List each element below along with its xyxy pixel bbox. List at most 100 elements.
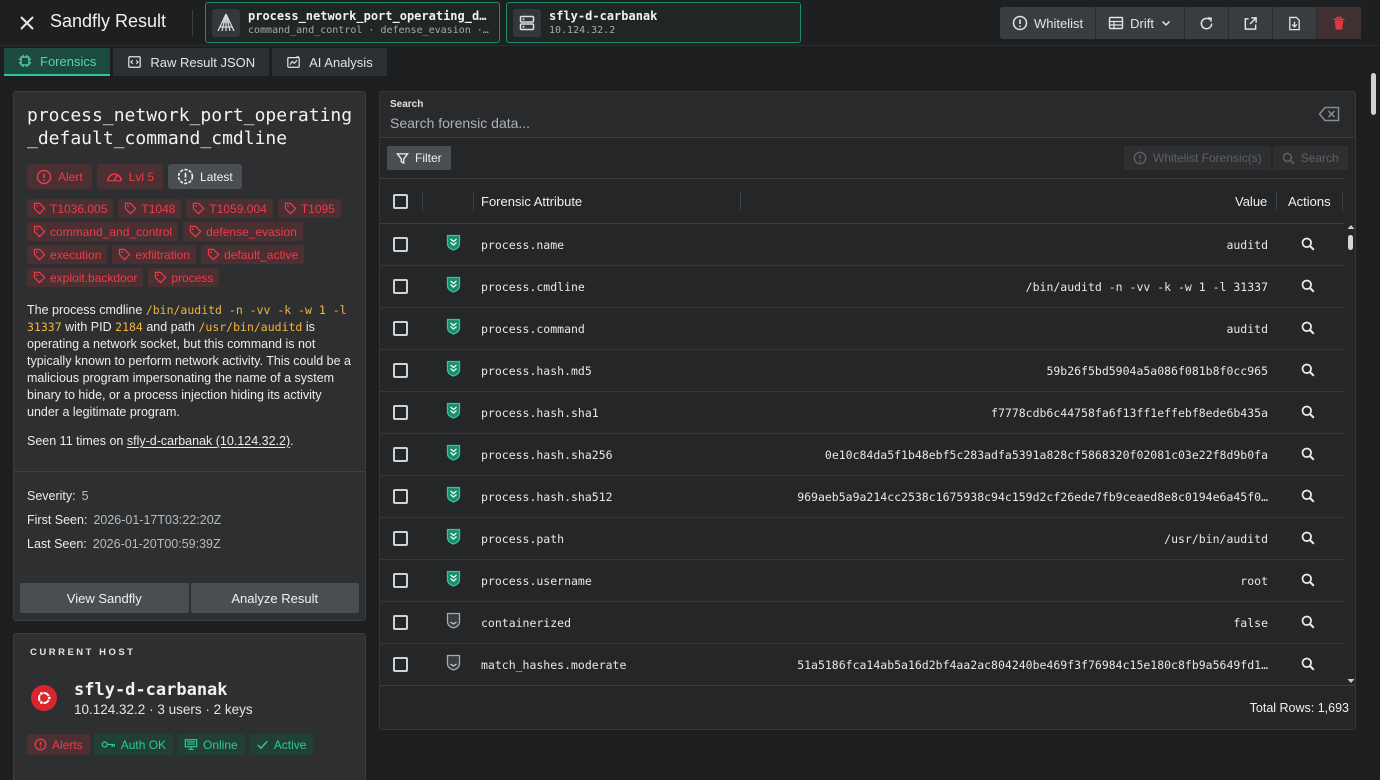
tag[interactable]: default_active xyxy=(201,245,305,264)
search-icon[interactable] xyxy=(1301,615,1315,629)
table-row[interactable]: process.hash.md5 59b26f5bd5904a5a086f081… xyxy=(380,350,1345,392)
row-checkbox[interactable] xyxy=(393,447,408,462)
shield-flagged-icon xyxy=(446,528,461,545)
whitelist-icon xyxy=(1133,151,1147,165)
select-all-checkbox[interactable] xyxy=(393,179,408,223)
severity-level-badge: Lvl 5 xyxy=(96,164,164,189)
search-icon[interactable] xyxy=(1301,573,1315,587)
forensic-attribute: process.hash.sha512 xyxy=(481,490,613,504)
search-icon[interactable] xyxy=(1301,237,1315,251)
delete-button[interactable] xyxy=(1316,7,1361,39)
search-icon[interactable] xyxy=(1301,321,1315,335)
result-context-card[interactable]: process_network_port_operating_de… comma… xyxy=(205,2,500,43)
filter-button[interactable]: Filter xyxy=(387,146,451,170)
download-report-button[interactable] xyxy=(1273,7,1317,39)
scroll-down-icon[interactable] xyxy=(1347,678,1355,684)
close-icon[interactable] xyxy=(14,10,40,36)
mitre-tags: T1036.005 T1048 T1059.004 T1095 command_… xyxy=(27,199,357,287)
row-checkbox[interactable] xyxy=(393,405,408,420)
row-checkbox[interactable] xyxy=(393,363,408,378)
row-checkbox[interactable] xyxy=(393,657,408,672)
search-icon[interactable] xyxy=(1301,363,1315,377)
forensic-attribute: process.name xyxy=(481,238,565,252)
tab-ai-analysis[interactable]: AI Analysis xyxy=(272,48,387,76)
tag[interactable]: T1095 xyxy=(277,199,341,218)
result-title: process_network_port_operating_default_c… xyxy=(27,105,353,149)
table-row[interactable]: process.hash.sha512 969aeb5a9a214cc2538c… xyxy=(380,476,1345,518)
current-host-card: CURRENT HOST sfly-d-carbanak 10.124.32.2… xyxy=(13,633,366,780)
table-row[interactable]: match_hashes.moderate 51a5186fca14ab5a16… xyxy=(380,644,1345,686)
row-checkbox[interactable] xyxy=(393,279,408,294)
page-scroll-thumb[interactable] xyxy=(1371,73,1376,115)
refresh-button[interactable] xyxy=(1185,7,1229,39)
table-scroll-thumb[interactable] xyxy=(1348,235,1353,250)
filter-icon xyxy=(396,152,409,165)
search-icon[interactable] xyxy=(1301,489,1315,503)
row-checkbox[interactable] xyxy=(393,489,408,504)
tag[interactable]: T1059.004 xyxy=(186,199,273,218)
search-forensics-button[interactable]: Search xyxy=(1272,146,1348,170)
forensic-attribute: process.command xyxy=(481,322,585,336)
row-checkbox[interactable] xyxy=(393,573,408,588)
host-context-subtitle: 10.124.32.2 xyxy=(549,25,616,36)
tag[interactable]: process xyxy=(148,268,220,287)
export-button[interactable] xyxy=(1229,7,1273,39)
seen-host-link[interactable]: sfly-d-carbanak (10.124.32.2) xyxy=(127,434,290,448)
search-icon[interactable] xyxy=(1301,447,1315,461)
alert-circle-icon xyxy=(36,169,52,185)
tag[interactable]: T1048 xyxy=(118,199,182,218)
tag[interactable]: exfiltration xyxy=(112,245,197,264)
row-checkbox[interactable] xyxy=(393,321,408,336)
clear-search-icon[interactable] xyxy=(1318,106,1340,124)
host-meta: 10.124.32.2 · 3 users · 2 keys xyxy=(74,702,253,717)
table-row[interactable]: process.command auditd xyxy=(380,308,1345,350)
table-row[interactable]: containerized false xyxy=(380,602,1345,644)
drift-button[interactable]: Drift xyxy=(1096,7,1185,39)
severity-row: Severity: 5 xyxy=(27,489,89,503)
column-header-value[interactable]: Value xyxy=(1235,179,1267,223)
column-header-attribute[interactable]: Forensic Attribute xyxy=(481,179,582,223)
host-name[interactable]: sfly-d-carbanak xyxy=(74,680,228,700)
alert-badge-label: Alert xyxy=(58,169,83,184)
forensic-search-input[interactable] xyxy=(390,113,1290,133)
table-row[interactable]: process.cmdline /bin/auditd -n -vv -k -w… xyxy=(380,266,1345,308)
host-online-label: Online xyxy=(203,737,238,752)
tag-icon xyxy=(207,248,220,261)
tag[interactable]: T1036.005 xyxy=(27,199,114,218)
table-row[interactable]: process.path /usr/bin/auditd xyxy=(380,518,1345,560)
search-icon[interactable] xyxy=(1301,405,1315,419)
alert-circle-icon xyxy=(34,738,47,751)
search-icon[interactable] xyxy=(1301,657,1315,671)
ai-analysis-icon xyxy=(286,55,301,69)
host-auth-chip: Auth OK xyxy=(93,734,174,755)
view-sandfly-button[interactable]: View Sandfly xyxy=(20,583,189,613)
tab-raw-json[interactable]: Raw Result JSON xyxy=(113,48,270,76)
page-scrollbar[interactable] xyxy=(1369,46,1380,780)
analyze-result-button[interactable]: Analyze Result xyxy=(190,583,359,613)
whitelist-forensics-button[interactable]: Whitelist Forensic(s) xyxy=(1124,146,1271,170)
severity-value: 5 xyxy=(81,489,89,503)
table-row[interactable]: process.username root xyxy=(380,560,1345,602)
table-row[interactable]: process.hash.sha256 0e10c84da5f1b48ebf5c… xyxy=(380,434,1345,476)
row-checkbox[interactable] xyxy=(393,531,408,546)
table-scrollbar[interactable] xyxy=(1345,224,1355,686)
tag[interactable]: exploit.backdoor xyxy=(27,268,144,287)
forensic-value: root xyxy=(1240,574,1268,588)
description-text: with PID xyxy=(65,320,112,334)
row-checkbox[interactable] xyxy=(393,237,408,252)
search-icon[interactable] xyxy=(1301,531,1315,545)
whitelist-button[interactable]: Whitelist xyxy=(1000,7,1097,39)
tab-forensics[interactable]: Forensics xyxy=(4,48,111,76)
table-row[interactable]: process.name auditd xyxy=(380,224,1345,266)
row-checkbox[interactable] xyxy=(393,615,408,630)
result-badges: Alert Lvl 5 Latest xyxy=(27,164,357,189)
tag-label: process xyxy=(171,270,214,285)
table-row[interactable]: process.hash.sha1 f7778cdb6c44758fa6f13f… xyxy=(380,392,1345,434)
scroll-up-icon[interactable] xyxy=(1347,224,1355,230)
tag[interactable]: execution xyxy=(27,245,108,264)
severity-level-label: Lvl 5 xyxy=(128,169,155,184)
host-context-card[interactable]: sfly-d-carbanak 10.124.32.2 xyxy=(506,2,801,43)
tag[interactable]: command_and_control xyxy=(27,222,179,241)
tag[interactable]: defense_evasion xyxy=(183,222,303,241)
search-icon[interactable] xyxy=(1301,279,1315,293)
